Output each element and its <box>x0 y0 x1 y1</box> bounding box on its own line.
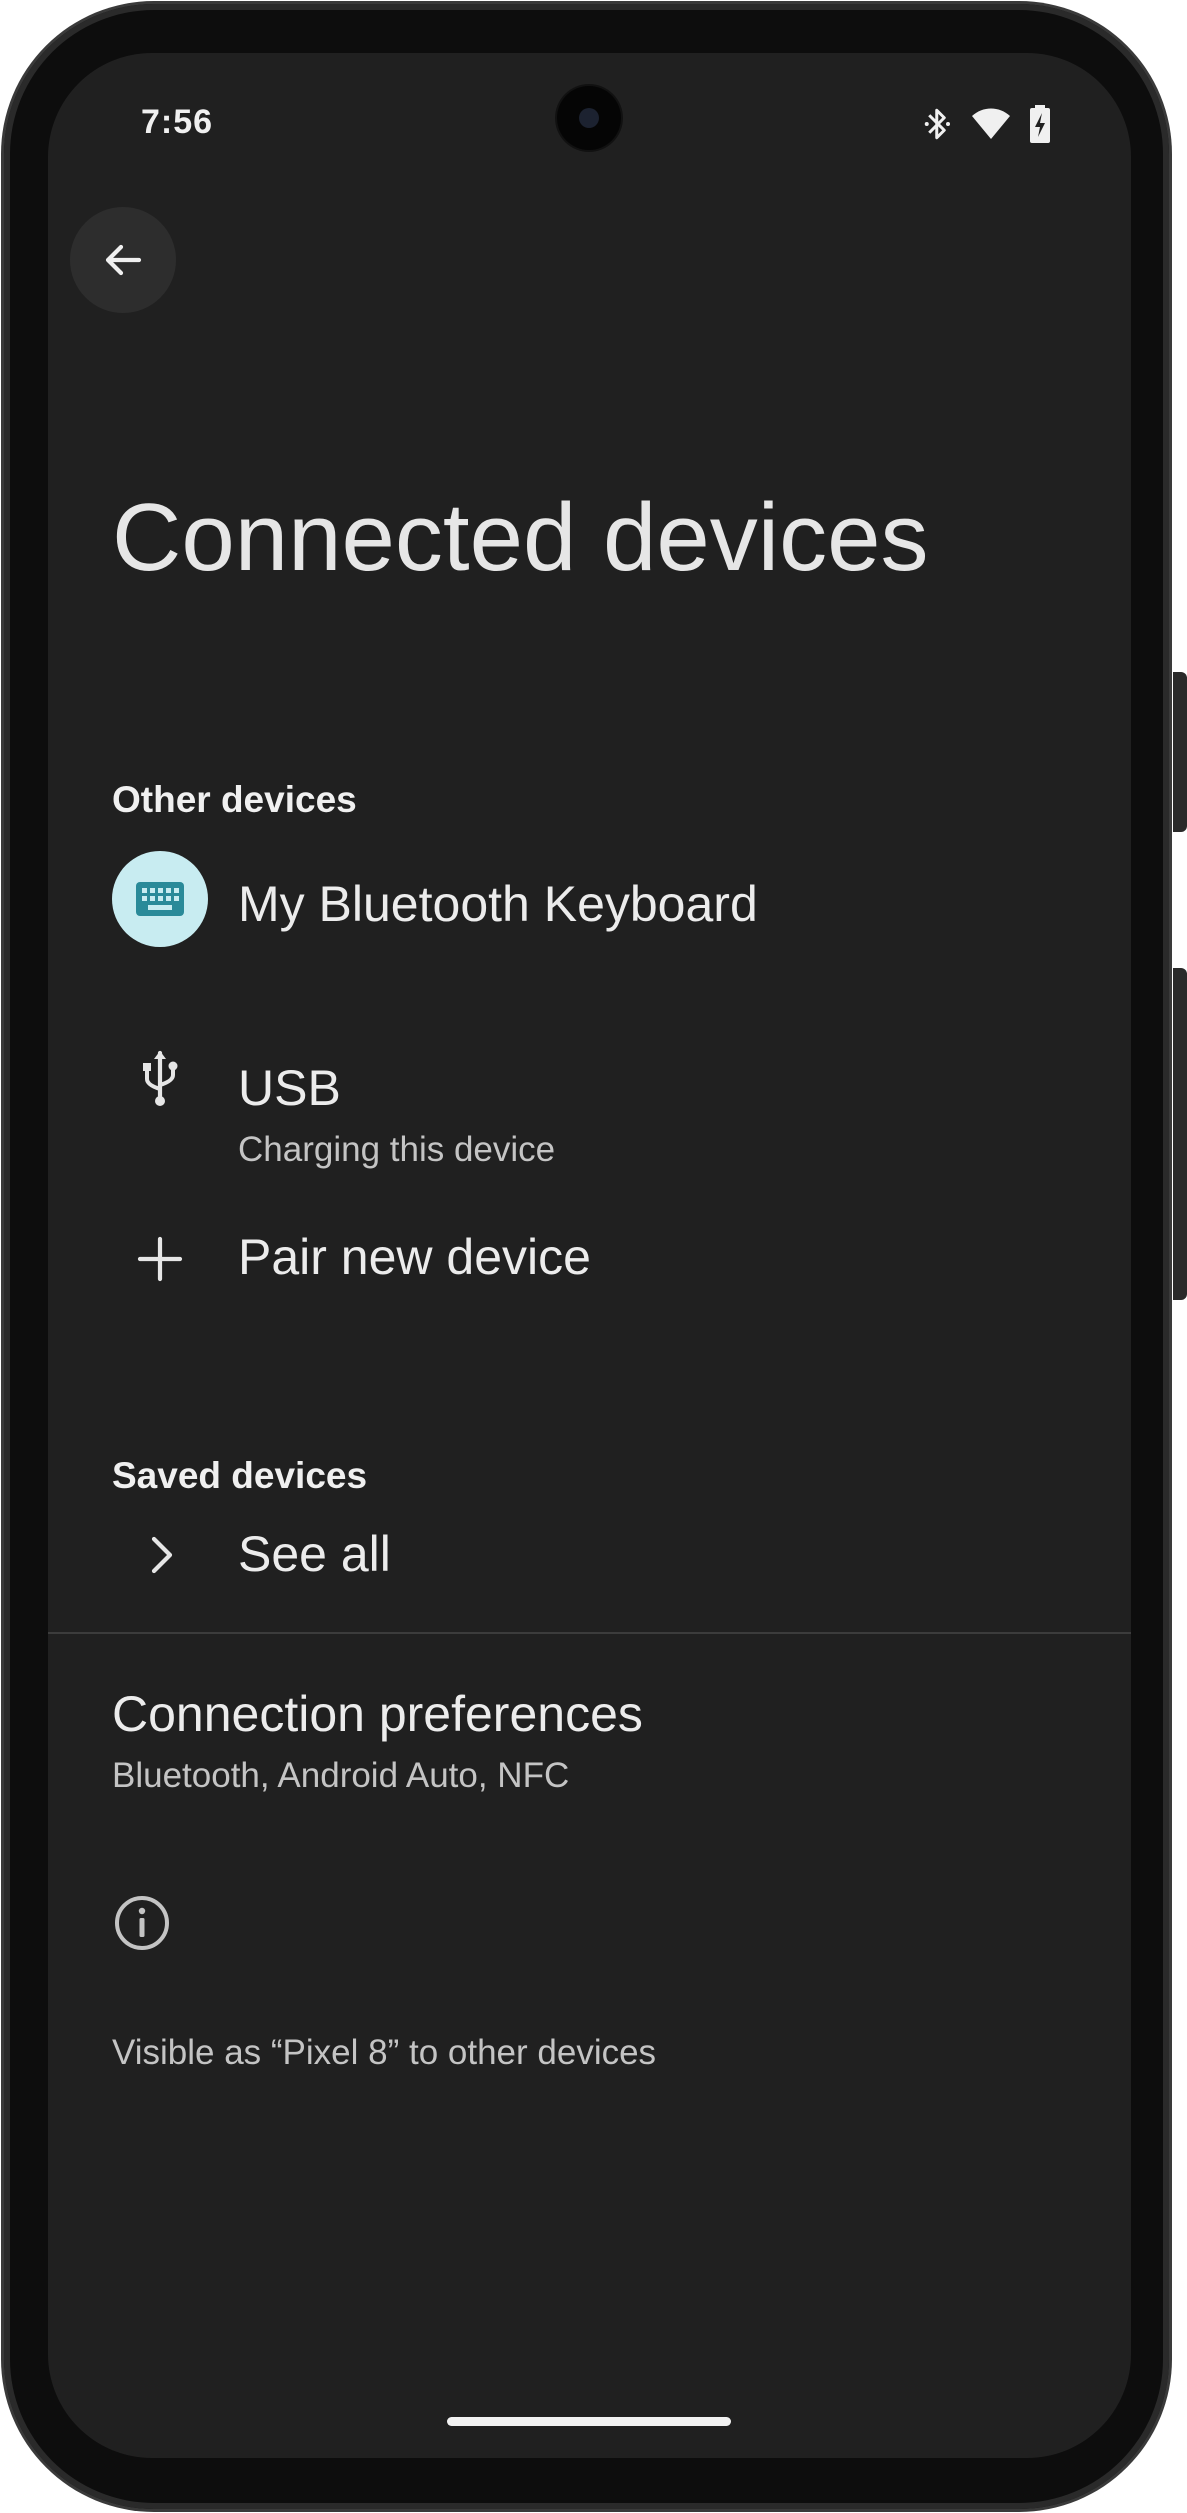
chevron-icon-wrap <box>112 1507 208 1603</box>
divider <box>48 1632 1131 1634</box>
connection-preferences-title: Connection preferences <box>112 1686 643 1742</box>
device-title: USB <box>238 1060 341 1116</box>
connection-preferences-subtitle: Bluetooth, Android Auto, NFC <box>112 1756 570 1795</box>
usb-icon-wrap <box>112 1031 208 1127</box>
plus-icon-wrap <box>112 1211 208 1307</box>
arrow-back-icon <box>105 244 142 276</box>
device-subtitle: Charging this device <box>238 1130 556 1169</box>
back-button[interactable] <box>70 207 176 313</box>
wifi-icon <box>972 108 1010 139</box>
status-time: 7:56 <box>141 103 214 141</box>
see-all-row[interactable]: See all <box>48 1483 1131 1631</box>
pair-new-device-label: Pair new device <box>238 1229 591 1285</box>
device-row-bluetooth-keyboard[interactable]: My Bluetooth Keyboard <box>48 823 1131 973</box>
section-header-other-devices: Other devices <box>112 779 357 820</box>
keyboard-icon-badge <box>112 851 208 947</box>
device-row-usb[interactable]: USB Charging this device <box>48 983 1131 1173</box>
volume-rocker <box>1173 968 1187 1300</box>
page-title: Connected devices <box>112 484 929 591</box>
info-icon <box>115 1896 169 1950</box>
power-button <box>1173 672 1187 832</box>
chevron-right-icon <box>151 1536 173 1574</box>
visible-as-text: Visible as “Pixel 8” to other devices <box>112 2033 657 2072</box>
screen: 7:56 Connected devices Other devices My … <box>48 53 1131 2458</box>
see-all-label: See all <box>238 1526 391 1582</box>
front-camera <box>557 86 621 150</box>
bluetooth-icon <box>924 108 950 140</box>
keyboard-icon <box>136 882 184 916</box>
status-icons <box>923 105 1051 143</box>
pair-new-device-row[interactable]: Pair new device <box>48 1183 1131 1333</box>
plus-icon <box>137 1236 183 1282</box>
home-indicator[interactable] <box>447 2417 731 2426</box>
phone-frame: 7:56 Connected devices Other devices My … <box>0 0 1187 2513</box>
battery-charging-icon <box>1030 105 1050 143</box>
usb-icon <box>143 1050 178 1106</box>
status-bar: 7:56 <box>48 53 1131 193</box>
device-title: My Bluetooth Keyboard <box>238 876 758 932</box>
